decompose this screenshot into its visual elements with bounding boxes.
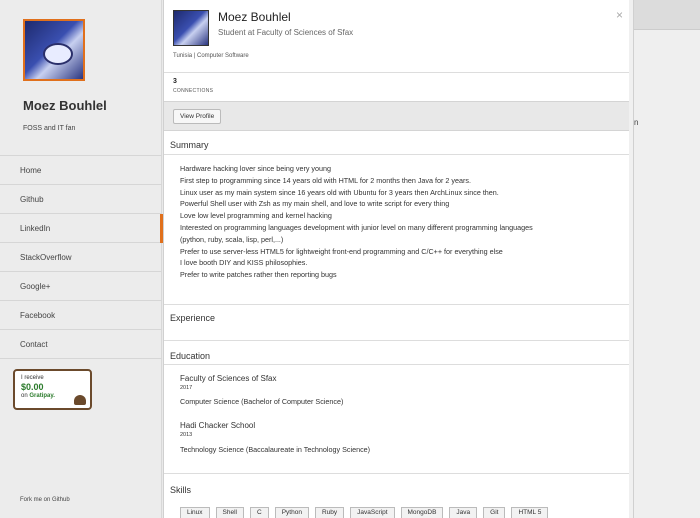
skill-tag[interactable]: Shell <box>215 507 245 518</box>
linkedin-profile-modal: × Moez Bouhlel Student at Faculty of Sci… <box>163 0 634 518</box>
skill-tag[interactable]: JavaScript <box>350 507 395 518</box>
profile-location: Tunisia | Computer Software <box>173 53 249 59</box>
divider <box>164 473 633 474</box>
summary-line: First step to programming since 14 years… <box>180 175 471 185</box>
divider <box>164 72 633 73</box>
experience-title: Experience <box>170 313 216 323</box>
summary-title: Summary <box>170 140 209 150</box>
connections-label: CONNECTIONS <box>173 88 214 94</box>
skills-list: Linux Shell C Python Ruby JavaScript Mon… <box>180 507 549 518</box>
background-topbar <box>634 0 700 30</box>
connections-count: 3 <box>173 78 177 85</box>
summary-line: (python, ruby, scala, lisp, perl,...) <box>180 234 284 244</box>
gratipay-line1: I receive <box>21 375 44 381</box>
actions-bar: View Profile <box>164 101 633 131</box>
sidebar-item-github[interactable]: Github <box>0 185 162 214</box>
skill-tag[interactable]: HTML 5 <box>511 507 549 518</box>
background-page: n <box>634 0 700 518</box>
education-degree: Computer Science (Bachelor of Computer S… <box>180 397 344 406</box>
summary-line: Prefer to write patches rather then repo… <box>180 270 337 280</box>
summary-line: Powerful Shell user with Zsh as my main … <box>180 199 450 209</box>
education-title: Education <box>170 351 211 361</box>
sidebar-nav: Home Github LinkedIn StackOverflow Googl… <box>0 155 163 359</box>
divider <box>164 364 633 365</box>
divider <box>164 340 633 341</box>
fork-me-link[interactable]: Fork me on Github <box>20 497 70 503</box>
summary-line: Prefer to use server-less HTML5 for ligh… <box>180 246 503 256</box>
skills-title: Skills <box>170 485 192 495</box>
skill-tag[interactable]: Python <box>274 507 309 518</box>
gratipay-widget[interactable]: I receive $0.00 on Gratipay. <box>13 369 92 410</box>
sidebar-item-stackoverflow[interactable]: StackOverflow <box>0 243 162 272</box>
skill-tag[interactable]: Ruby <box>314 507 345 518</box>
education-year: 2017 <box>180 385 193 391</box>
sidebar-item-googleplus[interactable]: Google+ <box>0 272 162 301</box>
gratipay-logo-icon <box>74 395 86 405</box>
sidebar-item-linkedin[interactable]: LinkedIn <box>0 214 163 243</box>
education-year: 2013 <box>180 432 193 438</box>
sidebar-item-home[interactable]: Home <box>0 156 162 185</box>
education-school: Faculty of Sciences of Sfax <box>180 374 277 383</box>
skill-tag[interactable]: Java <box>449 507 478 518</box>
divider <box>164 304 633 305</box>
profile-picture <box>173 10 209 46</box>
summary-line: Interested on programming languages deve… <box>180 222 533 232</box>
sidebar-item-contact[interactable]: Contact <box>0 330 162 359</box>
profile-name[interactable]: Moez Bouhlel <box>218 10 291 24</box>
summary-line: Hardware hacking lover since being very … <box>180 164 332 173</box>
summary-text: Hardware hacking lover since being very … <box>180 163 628 281</box>
sidebar: Moez Bouhlel FOSS and IT fan Home Github… <box>0 0 163 518</box>
modal-scrollbar[interactable] <box>629 0 633 518</box>
education-degree: Technology Science (Baccalaureate in Tec… <box>180 445 371 454</box>
summary-line: Love low level programming and kernel ha… <box>180 211 332 221</box>
divider <box>164 154 633 155</box>
profile-headline: Student at Faculty of Sciences of Sfax <box>218 28 354 37</box>
close-icon[interactable]: × <box>616 8 623 22</box>
background-text: n <box>634 118 639 127</box>
gratipay-brand: Gratipay. <box>29 393 55 399</box>
gratipay-on: on <box>21 393 28 399</box>
view-profile-button[interactable]: View Profile <box>173 109 222 124</box>
summary-line: I love booth DIY and KISS philosophies. <box>180 258 308 268</box>
sidebar-tagline: FOSS and IT fan <box>23 125 76 132</box>
skill-tag[interactable]: Git <box>483 507 506 518</box>
skill-tag[interactable]: Linux <box>180 507 210 518</box>
education-school: Hadi Chacker School <box>180 421 256 430</box>
skill-tag[interactable]: C <box>250 507 269 518</box>
skill-tag[interactable]: MongoDB <box>400 507 444 518</box>
avatar <box>23 19 85 81</box>
sidebar-name: Moez Bouhlel <box>23 98 107 113</box>
sidebar-item-facebook[interactable]: Facebook <box>0 301 162 330</box>
gratipay-amount: $0.00 <box>21 382 44 392</box>
summary-line: Linux user as my main system since 16 ye… <box>180 187 499 197</box>
